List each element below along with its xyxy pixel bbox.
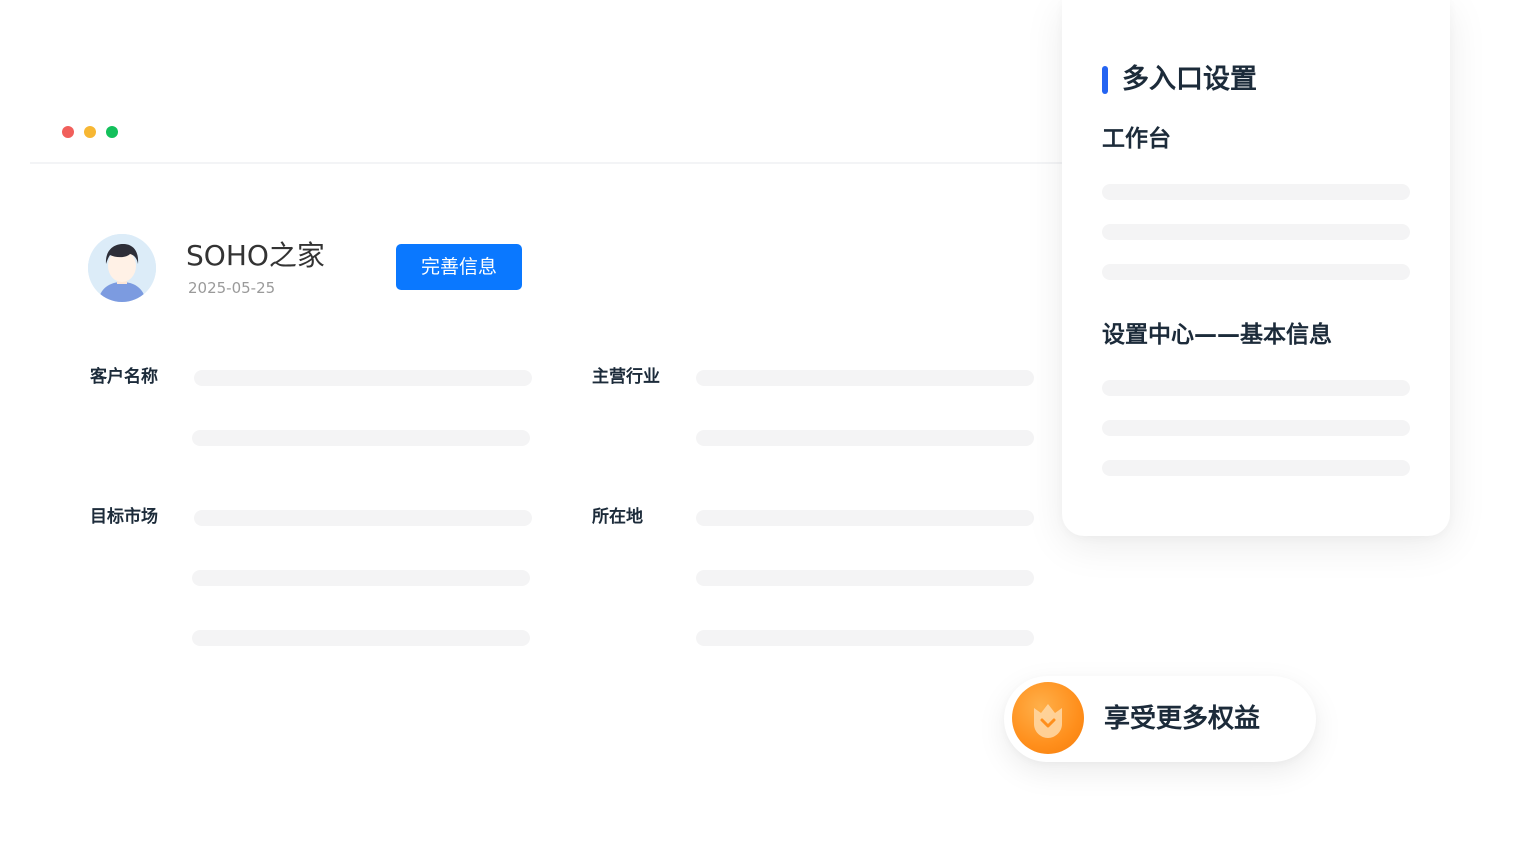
section-title-settings-basic-info[interactable]: 设置中心——基本信息 [1102,320,1332,350]
location-placeholder-line [696,630,1034,646]
target-market-placeholder-line [194,510,532,526]
field-label-customer-name: 客户名称 [90,367,158,387]
maximize-window-dot[interactable] [106,126,118,138]
field-label-main-industry: 主营行业 [592,367,660,387]
crown-badge-icon [1012,682,1084,754]
complete-info-button[interactable]: 完善信息 [396,244,522,290]
target-market-placeholder-line [192,630,530,646]
customer-name-placeholder-line [192,430,530,446]
workbench-placeholder-line [1102,264,1410,280]
location-placeholder-line [696,510,1034,526]
main-industry-placeholder-line [696,430,1034,446]
panel-title: 多入口设置 [1122,64,1257,95]
workbench-placeholder-line [1102,224,1410,240]
company-name: SOHO之家 [186,239,325,272]
target-market-placeholder-line [192,570,530,586]
minimize-window-dot[interactable] [84,126,96,138]
main-industry-placeholder-line [696,370,1034,386]
user-avatar-icon [88,234,156,302]
field-label-location: 所在地 [592,507,643,527]
enjoy-more-benefits-button[interactable]: 享受更多权益 [1004,676,1316,762]
benefit-label: 享受更多权益 [1104,704,1261,734]
header-divider [30,162,1070,164]
company-date: 2025-05-25 [188,279,276,297]
basic-info-placeholder-line [1102,380,1410,396]
section-title-workbench[interactable]: 工作台 [1102,124,1171,154]
panel-title-accent-bar [1102,66,1108,94]
basic-info-placeholder-line [1102,460,1410,476]
basic-info-placeholder-line [1102,420,1410,436]
field-label-target-market: 目标市场 [90,507,158,527]
multi-entry-settings-panel: 多入口设置 工作台 设置中心——基本信息 [1062,0,1450,536]
close-window-dot[interactable] [62,126,74,138]
workbench-placeholder-line [1102,184,1410,200]
customer-name-placeholder-line [194,370,532,386]
window-controls [62,126,118,138]
page: SOHO之家 2025-05-25 完善信息 客户名称 主营行业 目标市场 所在… [0,0,1520,856]
location-placeholder-line [696,570,1034,586]
